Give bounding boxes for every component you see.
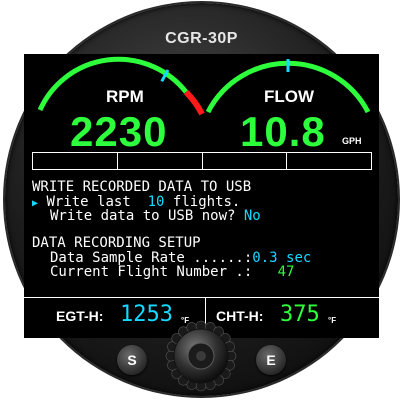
flow-label: FLOW [264, 87, 315, 106]
status-bar-segment [118, 153, 203, 169]
flight-number-label: Current Flight Number .: [50, 264, 253, 280]
engine-monitor: CGR-30P RPM 2230 FLOW 10.8 GPH WRITE REC… [0, 0, 403, 403]
status-bar-segment [287, 153, 371, 169]
write-now-row[interactable]: Write data to USB now? No [50, 209, 261, 223]
rpm-label: RPM [106, 87, 144, 106]
write-now-value[interactable]: No [244, 208, 261, 224]
egt-label: EGT-H: [56, 308, 104, 324]
s-button[interactable]: S [117, 345, 147, 375]
e-button[interactable]: E [256, 345, 286, 375]
model-label: CGR-30P [165, 30, 238, 47]
flow-unit: GPH [342, 136, 362, 146]
write-now-label: Write data to USB now? [50, 208, 236, 224]
setup-header: DATA RECORDING SETUP [32, 235, 201, 251]
cht-unit: °F [328, 316, 337, 325]
display-screen: RPM 2230 FLOW 10.8 GPH WRITE RECORDED DA… [24, 54, 379, 338]
write-header: WRITE RECORDED DATA TO USB [32, 179, 252, 195]
status-bar-segment [33, 153, 118, 169]
status-bar-row [32, 152, 372, 170]
rotary-knob[interactable] [163, 318, 239, 394]
knob-icon [165, 320, 237, 392]
selection-cursor-icon: ▶ [32, 198, 39, 209]
sample-rate-row[interactable]: Data Sample Rate ......:0.3 sec [50, 251, 311, 265]
flight-number-value[interactable]: 47 [278, 264, 295, 280]
footer-divider [24, 297, 379, 298]
status-bar-segment [203, 153, 288, 169]
cht-value: 375 [280, 302, 320, 327]
flight-number-row[interactable]: Current Flight Number .: 47 [50, 265, 294, 279]
flow-value: 10.8 [240, 108, 326, 155]
rpm-arc-red [183, 89, 205, 116]
rpm-value: 2230 [70, 108, 168, 155]
